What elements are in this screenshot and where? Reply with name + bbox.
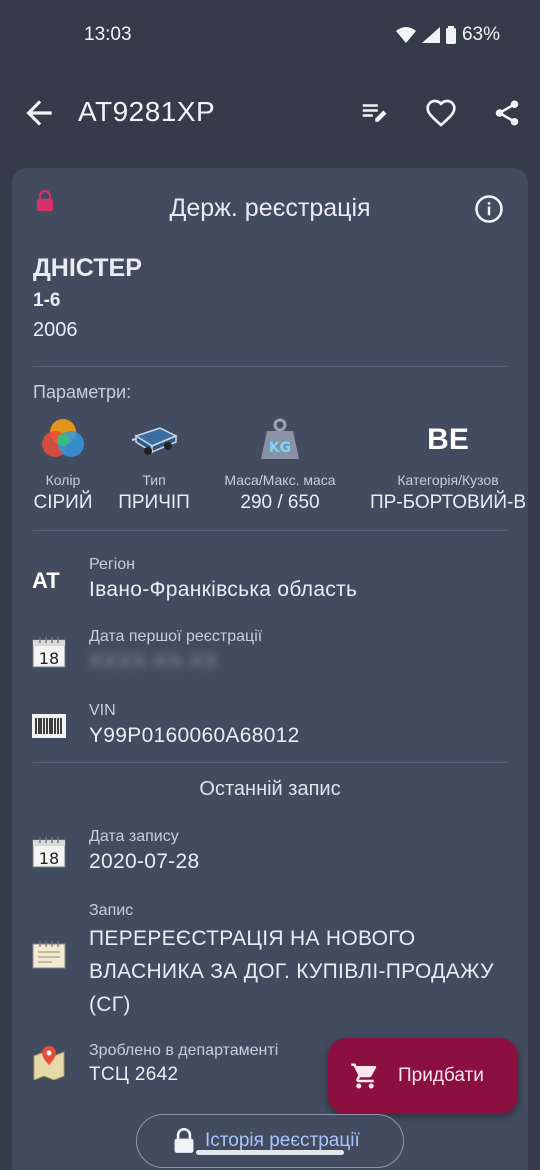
app-bar: АТ9281ХР [0,78,540,148]
edit-list-icon [362,104,387,122]
department-value: ТСЦ 2642 [89,1064,179,1085]
calendar-icon: 18 [32,634,66,673]
region-code: AT [32,568,60,593]
divider [33,762,507,763]
back-arrow-icon [26,100,52,126]
battery-icon [445,26,456,44]
status-indicators: 63% [395,24,500,46]
vehicle-make: ДНІСТЕР [33,254,142,282]
lock-icon [174,1128,194,1153]
share-icon [495,100,519,126]
status-bar: 13:03 63% [0,0,540,70]
region-value: Івано-Франківська область [89,578,358,601]
divider [33,530,507,531]
weight-icon: KG [261,418,299,459]
map-pin-icon [32,1044,66,1085]
record-value: ПЕРЕРЕЄСТРАЦІЯ НА НОВОГО ВЛАСНИКА ЗА ДОГ… [89,922,494,1021]
department-label: Зроблено в департаменті [89,1042,279,1059]
param-color-label: Колір [45,472,81,488]
registration-history-button[interactable]: Історія реєстрації [136,1114,404,1168]
category-badge: BE [427,423,469,456]
edit-list-button[interactable] [355,94,393,132]
color-palette-icon [42,419,84,457]
params-label: Параметри: [33,382,132,402]
param-category-label: Категорія/Кузов [397,472,499,488]
vin-value: Y99P0160060A68012 [89,724,300,747]
param-color-value: СІРИЙ [33,492,93,513]
param-type-label: Тип [142,472,166,488]
registration-history-label: Історія реєстрації [205,1130,360,1151]
barcode-icon [32,714,66,743]
record-value-line: (СГ) [89,993,131,1016]
battery-percent: 63% [461,24,500,45]
card-title: Держ. реєстрація [169,194,371,222]
cart-icon [351,1063,377,1089]
param-type: Тип ПРИЧІП [112,416,196,514]
param-weight: KG Маса/Макс. маса 290 / 650 [208,416,352,514]
param-category: BE Категорія/Кузов ПР-БОРТОВИЙ-В [368,416,528,514]
buy-button-label: Придбати [398,1065,484,1086]
record-value-line: ПЕРЕРЕЄСТРАЦІЯ НА НОВОГО [89,927,416,950]
info-icon [475,195,503,223]
record-date-value: 2020-07-28 [89,850,200,873]
param-color: Колір СІРИЙ [28,416,98,514]
status-time: 13:03 [84,24,132,45]
svg-text:18: 18 [39,649,59,668]
favorite-button[interactable] [422,94,460,132]
vehicle-model: 1-6 [33,290,61,311]
last-record-title: Останній запис [199,778,341,800]
vin-label: VIN [89,702,116,719]
heart-icon [426,99,456,127]
share-button[interactable] [488,94,526,132]
param-weight-value: 290 / 650 [240,492,320,513]
first-registration-label: Дата першої реєстрації [89,628,263,645]
registration-card: Держ. реєстрація ДНІСТЕР 1-6 2006 Параме… [12,168,528,1170]
info-button[interactable] [474,194,504,229]
gesture-bar [196,1150,344,1155]
param-weight-label: Маса/Макс. маса [224,472,336,488]
back-button[interactable] [20,94,58,132]
svg-text:18: 18 [39,849,59,868]
first-registration-value: XXXX-XX-XX [89,650,219,673]
wifi-icon [395,27,416,43]
page-title: АТ9281ХР [78,96,216,127]
document-icon [32,940,66,975]
calendar-icon: 18 [32,834,66,873]
param-category-value: ПР-БОРТОВИЙ-В [369,492,527,513]
buy-button[interactable]: Придбати [328,1038,518,1114]
vehicle-year: 2006 [33,319,78,341]
param-type-value: ПРИЧІП [118,492,190,513]
record-value-line: ВЛАСНИКА ЗА ДОГ. КУПІВЛІ-ПРОДАЖУ [89,960,494,983]
signal-icon [421,27,440,43]
record-label: Запис [89,902,134,919]
trailer-icon [131,427,178,455]
svg-text:KG: KG [269,440,291,456]
region-label: Регіон [89,556,135,573]
divider [33,366,507,367]
record-date-label: Дата запису [89,828,179,845]
